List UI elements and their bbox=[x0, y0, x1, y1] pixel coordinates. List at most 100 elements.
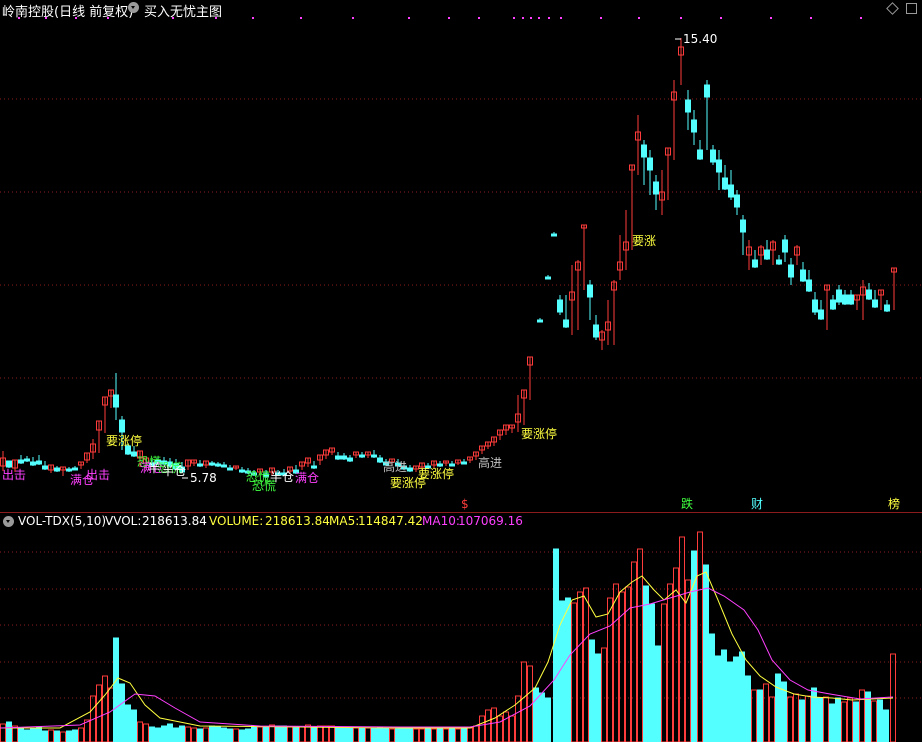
volume-bar-up bbox=[96, 684, 102, 742]
candle-down[interactable] bbox=[66, 468, 72, 472]
candle-down[interactable] bbox=[407, 467, 413, 472]
volume-bar-down bbox=[829, 703, 835, 742]
candle-down[interactable] bbox=[42, 465, 48, 470]
signal-label: 要涨停 bbox=[521, 426, 557, 441]
candle-down[interactable] bbox=[131, 451, 137, 457]
candle-down[interactable] bbox=[848, 294, 854, 305]
candle-down[interactable] bbox=[716, 159, 722, 173]
candle-down[interactable] bbox=[18, 459, 24, 464]
candle-down[interactable] bbox=[697, 149, 703, 160]
candle-down[interactable] bbox=[537, 319, 543, 323]
volume-indicator-name[interactable]: VOL-TDX(5,10) bbox=[18, 514, 106, 528]
volume-bar-down bbox=[877, 699, 883, 742]
candle-down[interactable] bbox=[54, 467, 60, 472]
volume-bar-up bbox=[143, 723, 149, 742]
candle-down[interactable] bbox=[377, 457, 383, 463]
candle-down[interactable] bbox=[197, 463, 203, 467]
volume-dropdown-icon[interactable] bbox=[3, 516, 14, 527]
volume-bar-down bbox=[649, 603, 655, 742]
candle-down[interactable] bbox=[752, 259, 758, 268]
candle-down[interactable] bbox=[545, 276, 551, 280]
candle-down[interactable] bbox=[836, 289, 842, 303]
candle-down[interactable] bbox=[842, 294, 848, 305]
volume-bar-down bbox=[395, 728, 401, 742]
volume-bar-down bbox=[36, 726, 42, 742]
price-chart[interactable]: 15.405.78出击 满仓出击要涨停恐慌满仓半恐慌半仓 恐慌恐慌半仓 满仓高进要涨停… bbox=[0, 0, 922, 742]
volume-bar-up bbox=[479, 715, 485, 742]
candle-down[interactable] bbox=[800, 269, 806, 282]
candle-down[interactable] bbox=[557, 299, 563, 313]
candle-down[interactable] bbox=[587, 284, 593, 298]
volume-bar-up bbox=[823, 696, 829, 742]
candle-down[interactable] bbox=[437, 463, 443, 467]
candle-down[interactable] bbox=[359, 454, 365, 458]
candle-down[interactable] bbox=[72, 467, 78, 471]
candle-down[interactable] bbox=[371, 454, 377, 458]
candle-down[interactable] bbox=[872, 299, 878, 308]
candle-down[interactable] bbox=[215, 463, 221, 467]
volume-bar-down bbox=[437, 728, 443, 742]
candle-down[interactable] bbox=[685, 99, 691, 113]
candle-down[interactable] bbox=[722, 177, 728, 190]
volume-bar-down bbox=[595, 653, 601, 742]
candle-down[interactable] bbox=[227, 467, 233, 471]
candle-down[interactable] bbox=[119, 419, 125, 433]
candle-down[interactable] bbox=[6, 460, 12, 468]
volume-bar-up bbox=[413, 728, 419, 742]
candle-down[interactable] bbox=[36, 460, 42, 465]
volume-bar-up bbox=[679, 536, 685, 742]
candle-down[interactable] bbox=[347, 457, 353, 462]
volume-bar-up bbox=[443, 728, 449, 742]
event-tag[interactable]: 榜 bbox=[888, 496, 900, 511]
candle-down[interactable] bbox=[563, 319, 569, 328]
candle-down[interactable] bbox=[30, 461, 36, 466]
candle-down[interactable] bbox=[641, 144, 647, 158]
candle-down[interactable] bbox=[239, 469, 245, 473]
event-tag[interactable]: 跌 bbox=[681, 496, 693, 511]
candle-down[interactable] bbox=[24, 458, 30, 462]
signal-label: 半仓 bbox=[270, 470, 294, 484]
candle-down[interactable] bbox=[653, 181, 659, 195]
volume-bar-up bbox=[619, 591, 625, 742]
volume-bar-down bbox=[539, 692, 545, 742]
candle-down[interactable] bbox=[776, 259, 782, 265]
candle-down[interactable] bbox=[113, 394, 119, 408]
candle-down[interactable] bbox=[866, 289, 872, 300]
volume-bar-down bbox=[709, 633, 715, 742]
event-marker bbox=[810, 17, 812, 19]
volume-bar-up bbox=[613, 583, 619, 742]
event-tag[interactable]: 财 bbox=[751, 497, 763, 511]
candle-down[interactable] bbox=[830, 299, 836, 310]
candle-down[interactable] bbox=[764, 249, 770, 260]
candle-down[interactable] bbox=[806, 279, 812, 292]
signal-label: 高进 bbox=[478, 455, 502, 470]
candle-down[interactable] bbox=[704, 84, 710, 98]
candle-down[interactable] bbox=[311, 465, 317, 469]
candle-down[interactable] bbox=[461, 461, 467, 465]
candle-down[interactable] bbox=[788, 264, 794, 278]
candle-down[interactable] bbox=[818, 309, 824, 320]
candle-down[interactable] bbox=[884, 304, 890, 312]
event-marker bbox=[548, 17, 550, 19]
candle-down[interactable] bbox=[734, 194, 740, 208]
candle-down[interactable] bbox=[449, 463, 455, 467]
candle-down[interactable] bbox=[209, 462, 215, 466]
candle-down[interactable] bbox=[728, 184, 734, 198]
volume-bar-up bbox=[787, 696, 793, 742]
candle-down[interactable] bbox=[335, 455, 341, 460]
candle-down[interactable] bbox=[812, 299, 818, 313]
candle-down[interactable] bbox=[551, 233, 557, 237]
candle-down[interactable] bbox=[341, 455, 347, 460]
candle-down[interactable] bbox=[710, 149, 716, 163]
candle-down[interactable] bbox=[593, 324, 599, 338]
event-marker bbox=[638, 17, 640, 19]
volume-bar-down bbox=[131, 709, 137, 742]
candle-down[interactable] bbox=[647, 157, 653, 171]
candle-down[interactable] bbox=[740, 219, 746, 233]
event-tag[interactable]: $ bbox=[461, 497, 469, 511]
volume-bar-up bbox=[571, 602, 577, 742]
candle-down[interactable] bbox=[691, 119, 697, 133]
candle-down[interactable] bbox=[221, 464, 227, 468]
candle-down[interactable] bbox=[782, 239, 788, 253]
volume-bar-down bbox=[125, 704, 131, 742]
